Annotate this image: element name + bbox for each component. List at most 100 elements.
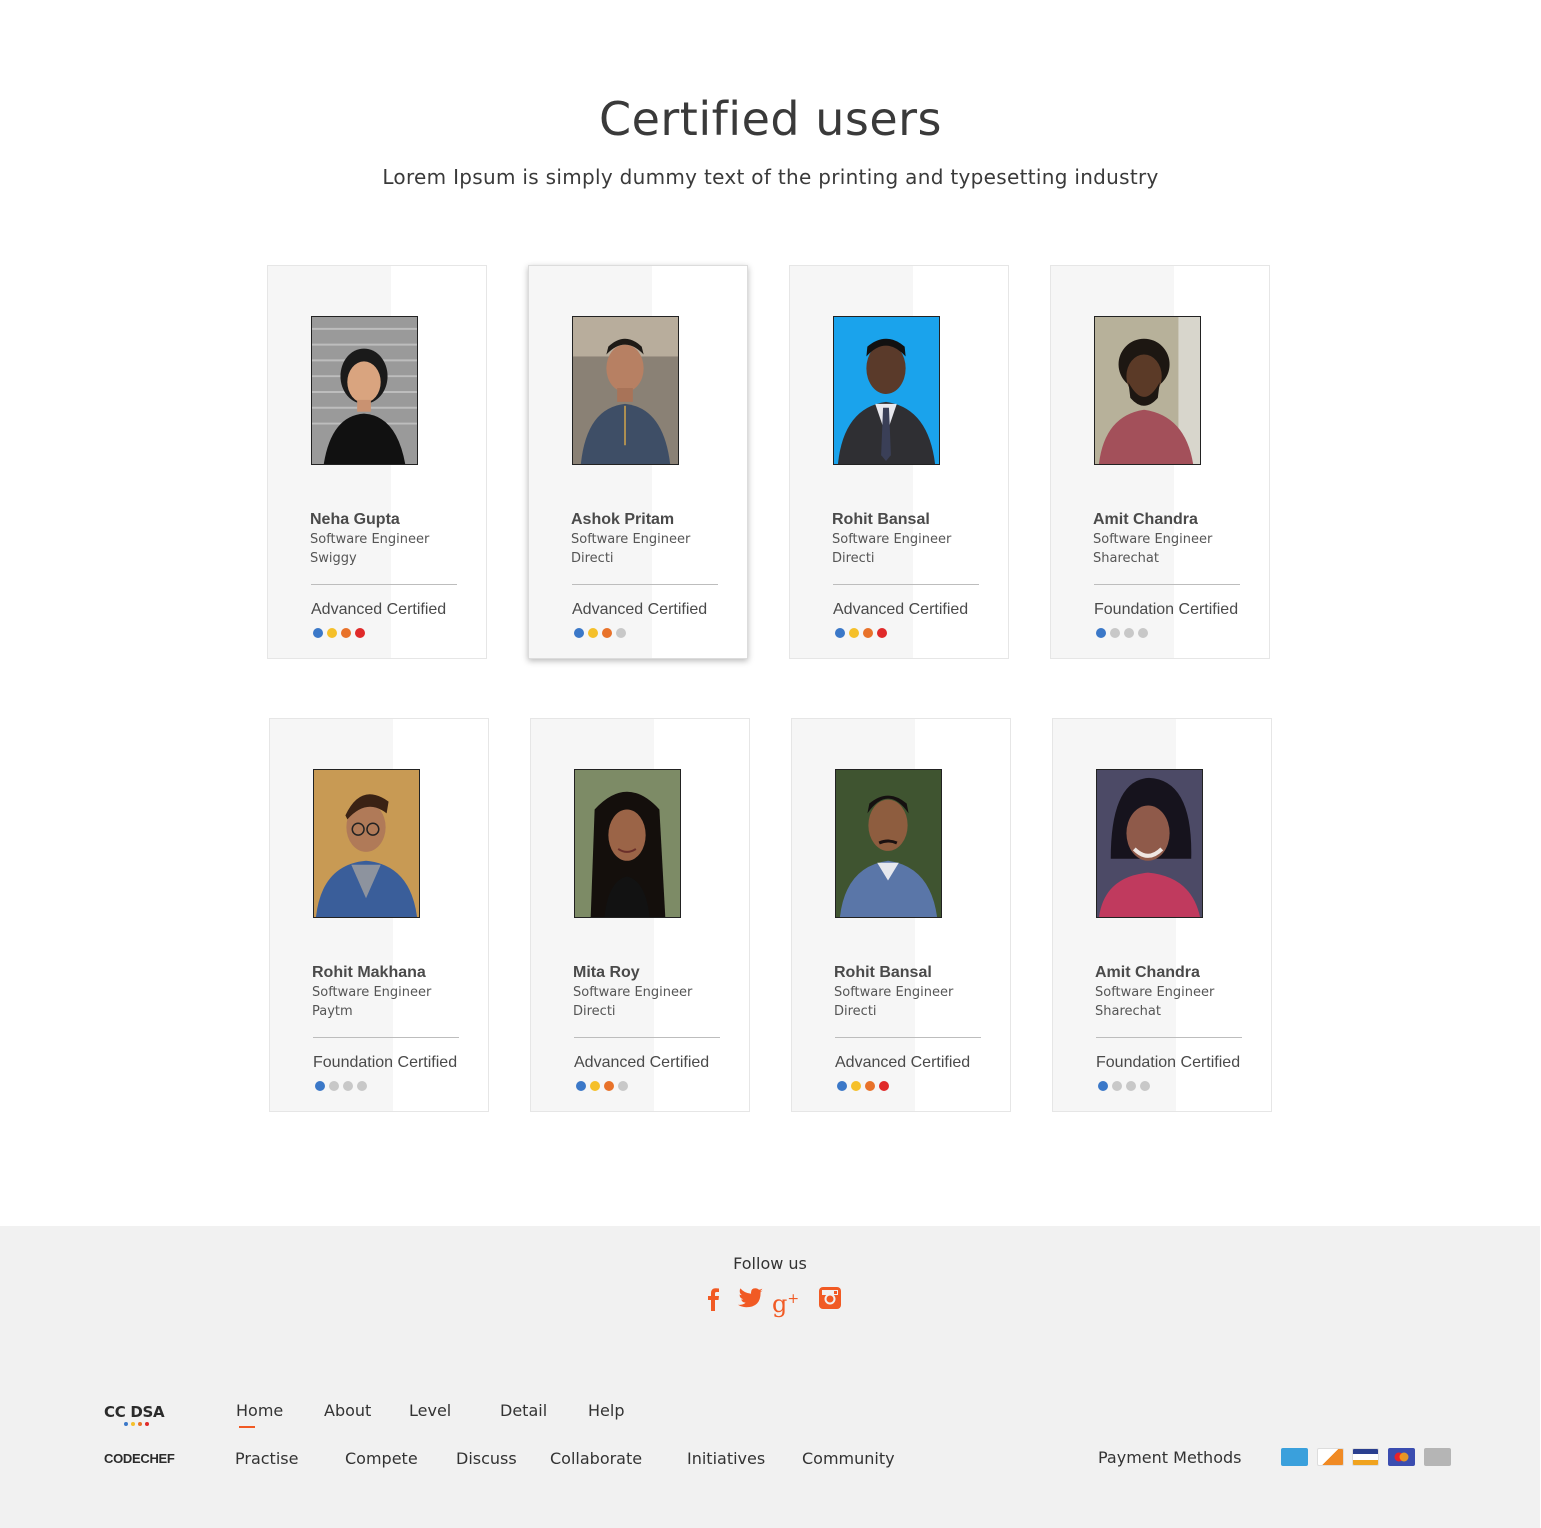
level-dot-empty (357, 1081, 367, 1091)
certification-label: Foundation Certified (313, 1054, 458, 1071)
level-dot-empty (343, 1081, 353, 1091)
level-dot-filled (849, 628, 859, 638)
codechef-logo[interactable]: CODECHEF (104, 1451, 175, 1466)
user-role: Software Engineer (573, 985, 693, 1000)
user-card[interactable]: Rohit Bansal Software Engineer Directi A… (791, 718, 1011, 1112)
user-name: Rohit Bansal (834, 964, 932, 981)
active-nav-underline (239, 1426, 255, 1428)
divider (1094, 584, 1240, 585)
level-dot-empty (1140, 1081, 1150, 1091)
user-company: Directi (571, 551, 614, 566)
level-dot-filled (313, 628, 323, 638)
user-name: Amit Chandra (1095, 964, 1200, 981)
user-name: Rohit Bansal (832, 511, 930, 528)
user-photo (835, 769, 942, 918)
certification-label: Advanced Certified (311, 601, 447, 618)
level-dot-filled (879, 1081, 889, 1091)
level-dot-filled (355, 628, 365, 638)
divider (311, 584, 457, 585)
level-dot-empty (1112, 1081, 1122, 1091)
level-dot-filled (1096, 628, 1106, 638)
user-company: Sharechat (1093, 551, 1159, 566)
user-photo (313, 769, 420, 918)
generic-card-icon (1424, 1448, 1451, 1466)
user-card[interactable]: Amit Chandra Software Engineer Sharechat… (1052, 718, 1272, 1112)
level-dot-filled (341, 628, 351, 638)
visa-icon (1352, 1448, 1379, 1466)
level-dot-filled (574, 628, 584, 638)
payment-methods-label: Payment Methods (1098, 1448, 1242, 1467)
level-dot-filled (604, 1081, 614, 1091)
user-company: Swiggy (310, 551, 357, 566)
nav-community[interactable]: Community (802, 1449, 895, 1468)
user-company: Directi (832, 551, 875, 566)
nav-level[interactable]: Level (409, 1401, 451, 1420)
amex-icon (1281, 1448, 1308, 1466)
twitter-icon[interactable] (734, 1286, 768, 1312)
user-company: Directi (573, 1004, 616, 1019)
user-photo (572, 316, 679, 465)
certification-label: Advanced Certified (572, 601, 708, 618)
level-dot-filled (602, 628, 612, 638)
level-dot-empty (618, 1081, 628, 1091)
level-dot-empty (329, 1081, 339, 1091)
certification-label: Advanced Certified (574, 1054, 710, 1071)
user-role: Software Engineer (834, 985, 954, 1000)
level-dot-empty (616, 628, 626, 638)
level-dot-empty (1126, 1081, 1136, 1091)
certification-label: Advanced Certified (835, 1054, 971, 1071)
certification-label: Advanced Certified (833, 601, 969, 618)
user-name: Amit Chandra (1093, 511, 1198, 528)
level-dot-filled (877, 628, 887, 638)
divider (574, 1037, 720, 1038)
level-dot-filled (590, 1081, 600, 1091)
level-dots (1098, 1081, 1150, 1091)
user-role: Software Engineer (310, 532, 430, 547)
user-card[interactable]: Rohit Bansal Software Engineer Directi A… (789, 265, 1009, 659)
instagram-icon[interactable] (818, 1286, 844, 1312)
divider (833, 584, 979, 585)
user-card[interactable]: Amit Chandra Software Engineer Sharechat… (1050, 265, 1270, 659)
level-dot-filled (835, 628, 845, 638)
user-company: Sharechat (1095, 1004, 1161, 1019)
level-dot-filled (865, 1081, 875, 1091)
user-company: Directi (834, 1004, 877, 1019)
nav-help[interactable]: Help (588, 1401, 624, 1420)
user-photo (1096, 769, 1203, 918)
certification-label: Foundation Certified (1096, 1054, 1241, 1071)
user-name: Rohit Makhana (312, 964, 426, 981)
level-dot-filled (315, 1081, 325, 1091)
user-role: Software Engineer (312, 985, 432, 1000)
nav-discuss[interactable]: Discuss (456, 1449, 517, 1468)
nav-detail[interactable]: Detail (500, 1401, 547, 1420)
user-photo (1094, 316, 1201, 465)
level-dot-filled (1098, 1081, 1108, 1091)
nav-practise[interactable]: Practise (235, 1449, 298, 1468)
level-dot-filled (327, 628, 337, 638)
google-plus-icon[interactable]: g+ (772, 1286, 812, 1317)
nav-about[interactable]: About (324, 1401, 371, 1420)
nav-collaborate[interactable]: Collaborate (550, 1449, 642, 1468)
level-dot-empty (1124, 628, 1134, 638)
level-dot-empty (1110, 628, 1120, 638)
level-dots (837, 1081, 889, 1091)
user-role: Software Engineer (1095, 985, 1215, 1000)
user-card[interactable]: Ashok Pritam Software Engineer Directi A… (528, 265, 748, 659)
social-links: g+ (700, 1286, 844, 1317)
user-card[interactable]: Neha Gupta Software Engineer Swiggy Adva… (267, 265, 487, 659)
level-dots (315, 1081, 367, 1091)
facebook-icon[interactable] (700, 1286, 728, 1312)
level-dot-filled (576, 1081, 586, 1091)
user-card[interactable]: Mita Roy Software Engineer Directi Advan… (530, 718, 750, 1112)
user-card[interactable]: Rohit Makhana Software Engineer Paytm Fo… (269, 718, 489, 1112)
user-name: Ashok Pritam (571, 511, 675, 528)
nav-initiatives[interactable]: Initiatives (687, 1449, 765, 1468)
nav-compete[interactable]: Compete (345, 1449, 418, 1468)
divider (313, 1037, 459, 1038)
ccdsa-logo[interactable]: CC DSA (104, 1403, 165, 1426)
mastercard-icon (1388, 1448, 1415, 1466)
nav-home[interactable]: Home (236, 1401, 283, 1420)
page-title: Certified users (598, 92, 943, 146)
page-subtitle: Lorem Ipsum is simply dummy text of the … (382, 165, 1159, 189)
level-dot-filled (588, 628, 598, 638)
